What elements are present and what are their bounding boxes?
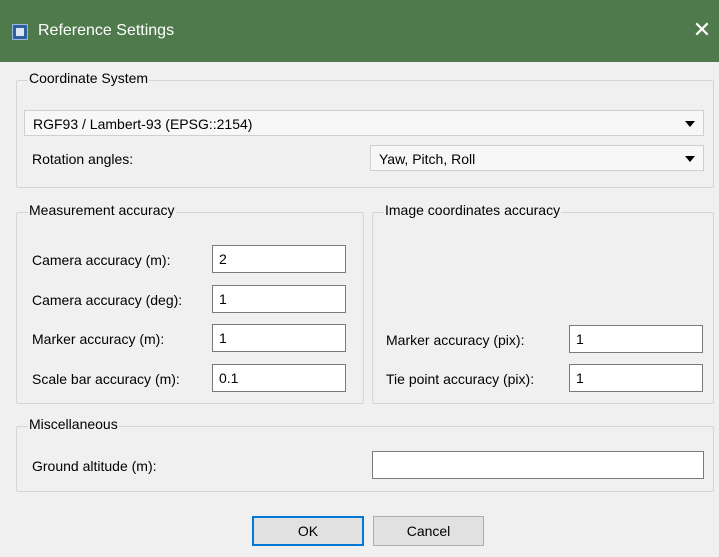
camera-accuracy-m-input[interactable] [212, 245, 346, 273]
marker-accuracy-pix-input[interactable] [569, 325, 703, 353]
scale-bar-accuracy-label: Scale bar accuracy (m): [32, 371, 180, 387]
cancel-button[interactable]: Cancel [373, 516, 484, 546]
camera-accuracy-m-label: Camera accuracy (m): [32, 252, 171, 268]
chevron-down-icon [685, 156, 695, 162]
rotation-angles-value: Yaw, Pitch, Roll [379, 151, 476, 167]
crs-select-value: RGF93 / Lambert-93 (EPSG::2154) [33, 116, 253, 132]
rotation-angles-label: Rotation angles: [32, 151, 134, 167]
camera-accuracy-deg-label: Camera accuracy (deg): [32, 292, 183, 308]
coordinate-system-title: Coordinate System [28, 70, 150, 86]
ground-altitude-label: Ground altitude (m): [32, 458, 157, 474]
crs-select[interactable]: RGF93 / Lambert-93 (EPSG::2154) [24, 110, 704, 136]
measurement-accuracy-title: Measurement accuracy [28, 202, 176, 218]
rotation-angles-select[interactable]: Yaw, Pitch, Roll [370, 145, 704, 171]
close-icon[interactable]: ✕ [691, 18, 713, 42]
app-icon [12, 24, 28, 40]
tie-point-accuracy-label: Tie point accuracy (pix): [386, 371, 535, 387]
title-bar: Reference Settings ✕ [0, 0, 719, 62]
ok-button[interactable]: OK [252, 516, 364, 546]
scale-bar-accuracy-input[interactable] [212, 364, 346, 392]
camera-accuracy-deg-input[interactable] [212, 285, 346, 313]
miscellaneous-title: Miscellaneous [28, 416, 119, 432]
tie-point-accuracy-input[interactable] [569, 364, 703, 392]
window-title: Reference Settings [38, 22, 175, 39]
marker-accuracy-m-input[interactable] [212, 324, 346, 352]
marker-accuracy-m-label: Marker accuracy (m): [32, 331, 165, 347]
image-accuracy-title: Image coordinates accuracy [384, 202, 562, 218]
ground-altitude-input[interactable] [372, 451, 704, 479]
chevron-down-icon [685, 121, 695, 127]
marker-accuracy-pix-label: Marker accuracy (pix): [386, 332, 525, 348]
